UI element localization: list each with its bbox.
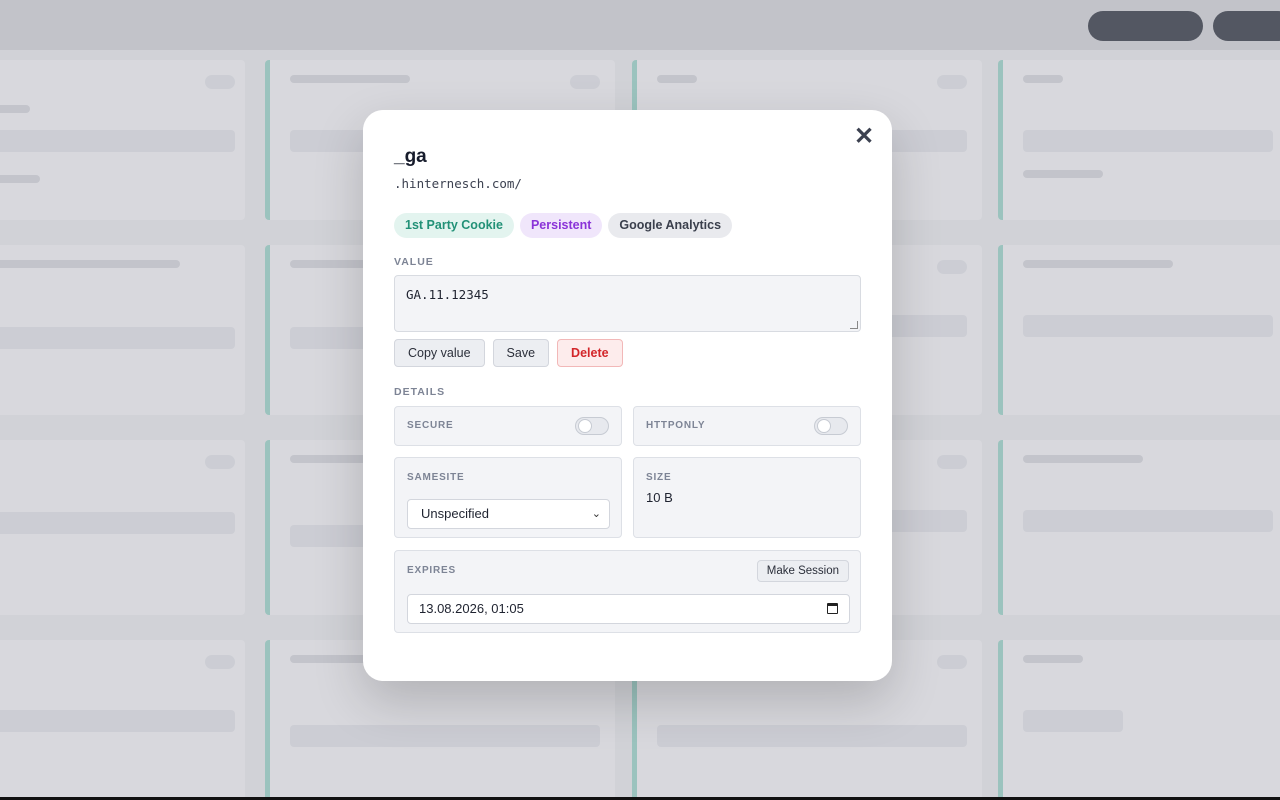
chevron-down-icon: ⌄ (591, 508, 601, 520)
httponly-toggle[interactable] (814, 417, 848, 435)
value-actions: Copy value Save Delete (394, 339, 623, 367)
toggle-knob (817, 419, 831, 433)
delete-button[interactable]: Delete (557, 339, 623, 367)
samesite-label: SAMESITE (407, 472, 465, 483)
toggle-knob (578, 419, 592, 433)
calendar-icon[interactable] (827, 603, 838, 614)
category-badge: Google Analytics (608, 213, 733, 238)
value-label: VALUE (394, 256, 434, 268)
badge-group: 1st Party Cookie Persistent Google Analy… (394, 213, 733, 238)
samesite-panel: SAMESITE Unspecified ⌄ (394, 457, 622, 538)
persistence-badge: Persistent (519, 213, 603, 238)
expires-panel: EXPIRES Make Session 13.08.2026, 01:05 (394, 550, 861, 633)
size-label: SIZE (646, 472, 672, 483)
cookie-detail-modal: ✕ _ga .hinternesch.com/ 1st Party Cookie… (363, 110, 892, 681)
expires-label: EXPIRES (407, 565, 456, 576)
details-label: DETAILS (394, 386, 446, 398)
secure-label: SECURE (407, 420, 454, 431)
size-panel: SIZE 10 B (633, 457, 861, 538)
cookie-name: _ga (394, 146, 427, 167)
close-icon[interactable]: ✕ (853, 125, 875, 149)
cookie-domain: .hinternesch.com/ (394, 176, 522, 191)
cookie-value-text: GA.11.12345 (406, 287, 489, 302)
expires-datetime-input[interactable]: 13.08.2026, 01:05 (407, 594, 850, 624)
httponly-label: HTTPONLY (646, 420, 706, 431)
resize-handle-icon[interactable] (850, 321, 858, 329)
party-badge: 1st Party Cookie (394, 213, 514, 238)
copy-value-button[interactable]: Copy value (394, 339, 485, 367)
samesite-value: Unspecified (421, 506, 489, 521)
secure-toggle[interactable] (575, 417, 609, 435)
samesite-select[interactable]: Unspecified ⌄ (407, 499, 610, 529)
size-value: 10 B (646, 490, 673, 505)
secure-panel: SECURE (394, 406, 622, 446)
expires-value: 13.08.2026, 01:05 (419, 601, 524, 616)
cookie-value-textarea[interactable]: GA.11.12345 (394, 275, 861, 332)
make-session-button[interactable]: Make Session (756, 560, 849, 582)
httponly-panel: HTTPONLY (633, 406, 861, 446)
save-button[interactable]: Save (492, 339, 550, 367)
